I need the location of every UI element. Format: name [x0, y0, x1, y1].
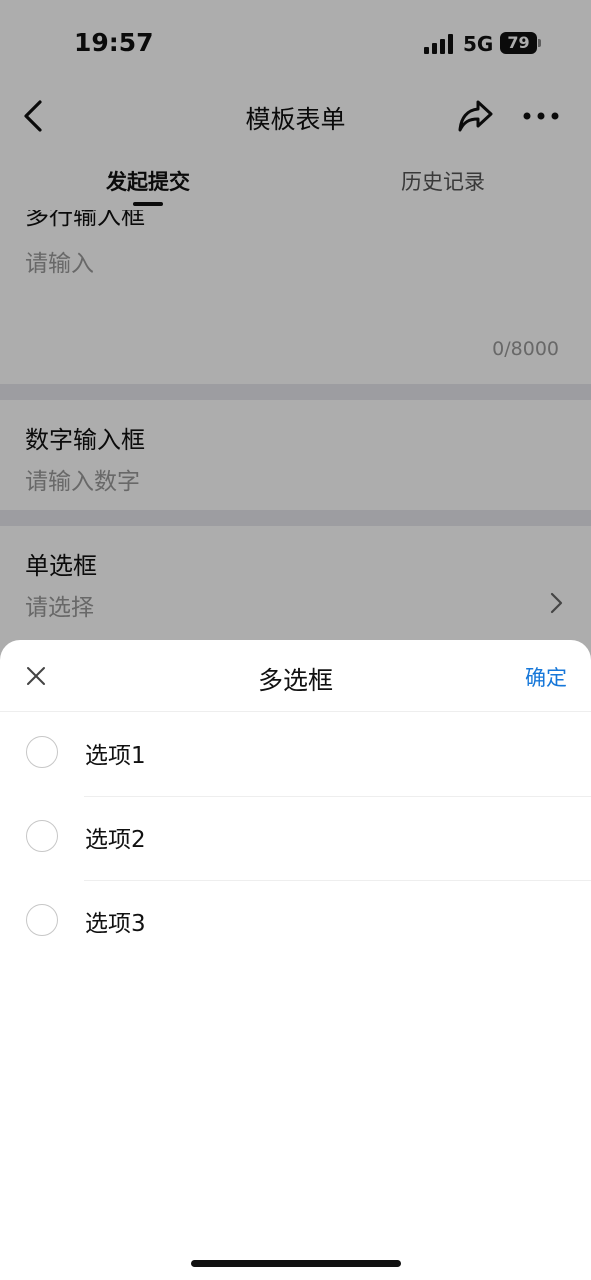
option-list: 选项1 选项2 选项3 [0, 712, 591, 964]
option-item[interactable]: 选项1 [0, 712, 591, 796]
sheet-title: 多选框 [257, 666, 333, 695]
option-checkbox[interactable] [26, 736, 58, 768]
option-item[interactable]: 选项2 [0, 796, 591, 880]
option-label: 选项2 [85, 827, 146, 853]
option-item[interactable]: 选项3 [0, 880, 591, 964]
option-checkbox[interactable] [26, 904, 58, 936]
option-checkbox[interactable] [26, 820, 58, 852]
sheet-header: 多选框 确定 [0, 640, 591, 712]
multi-select-sheet: 多选框 确定 选项1 选项2 选项3 [0, 640, 591, 1280]
option-label: 选项3 [85, 911, 146, 937]
home-indicator[interactable] [191, 1260, 401, 1267]
option-label: 选项1 [85, 743, 146, 769]
confirm-button[interactable]: 确定 [525, 662, 567, 692]
